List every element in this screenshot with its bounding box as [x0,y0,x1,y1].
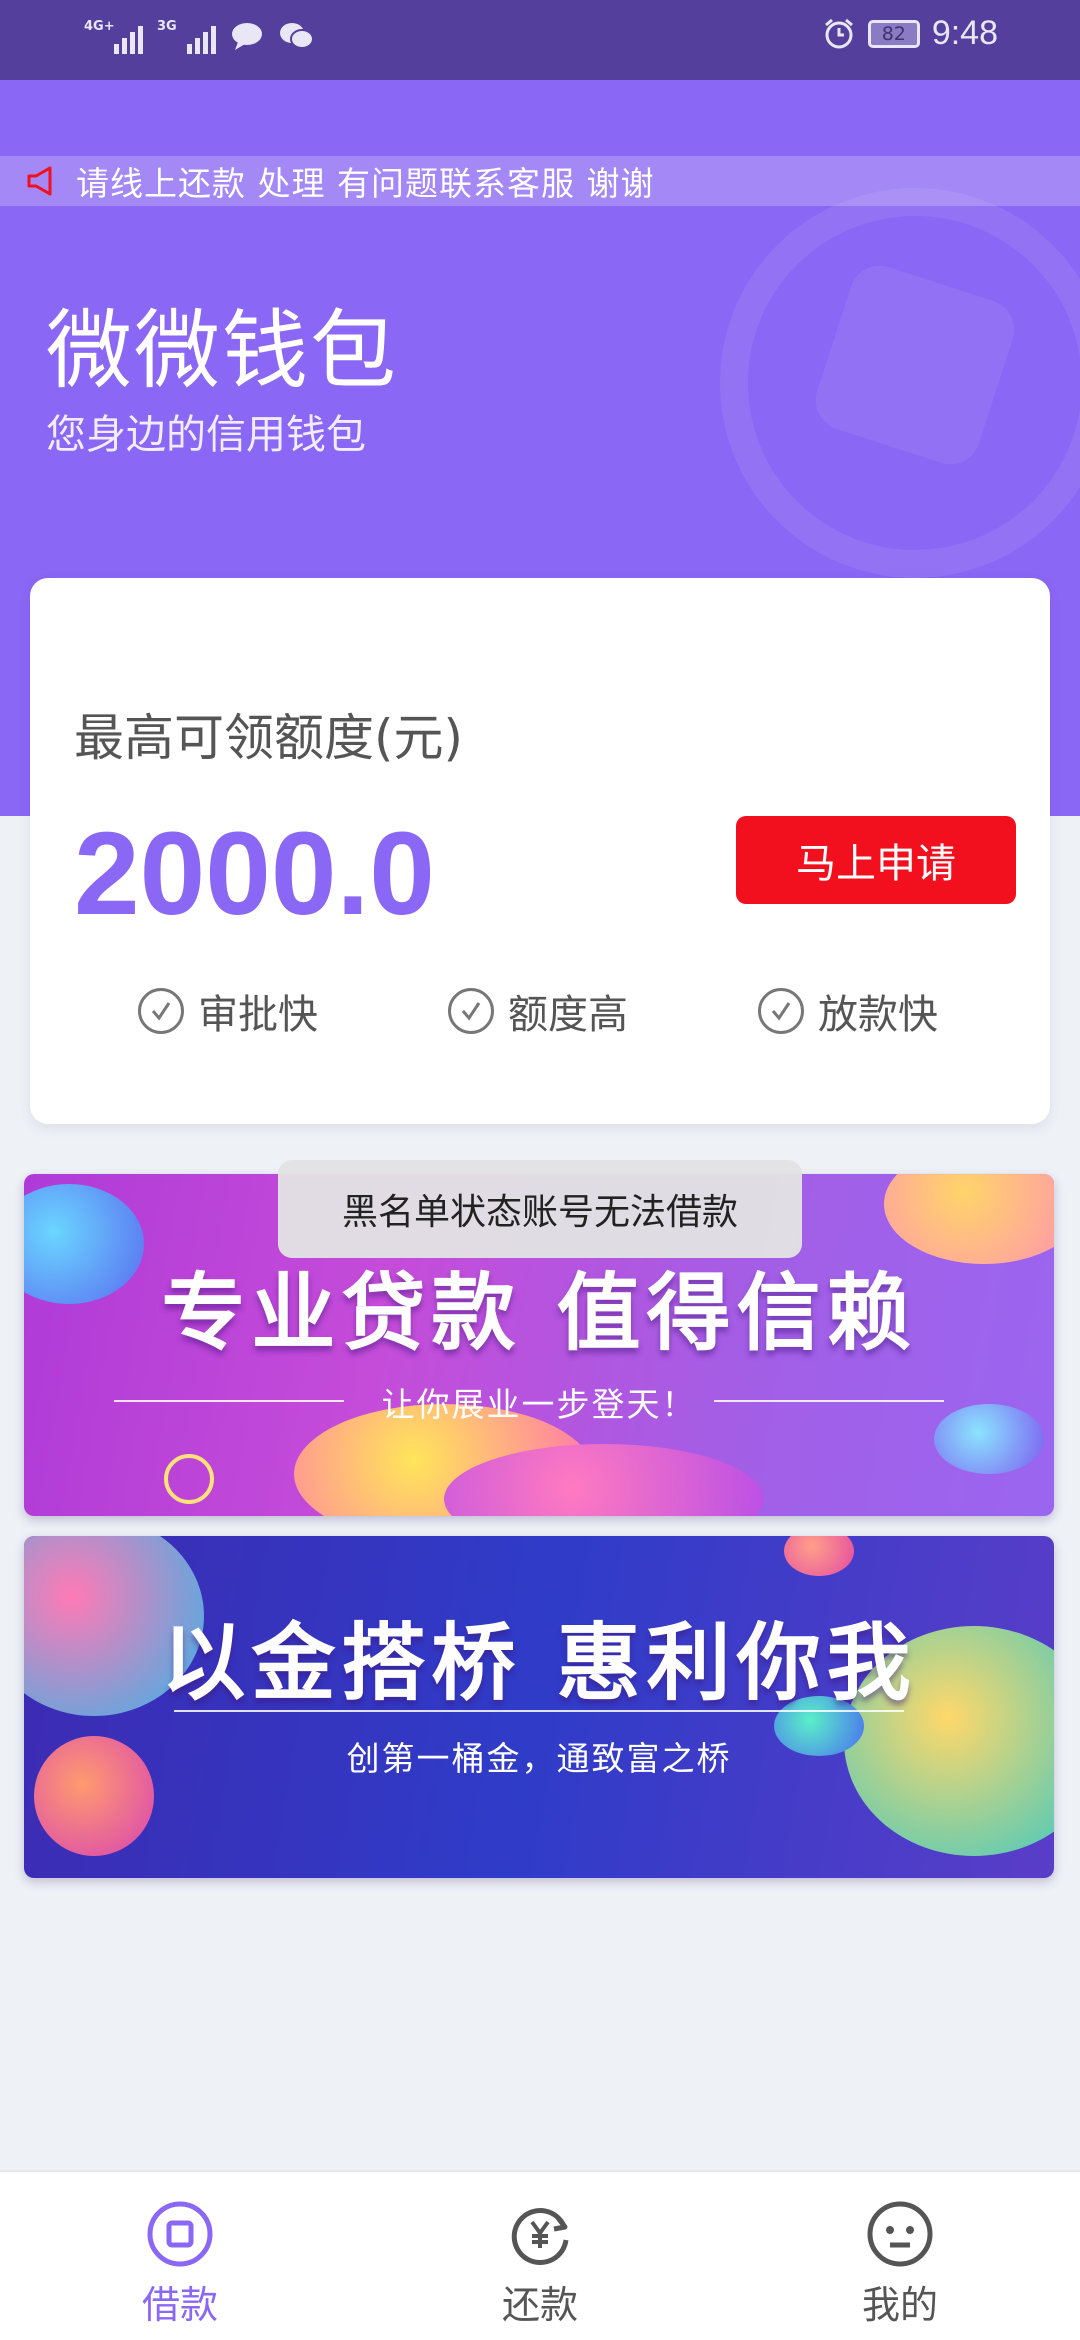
nav-item-repay[interactable]: 还款 [440,2200,640,2329]
signal-icon-2: 3G [157,18,216,54]
alarm-icon [824,18,853,48]
banner-subtitle: 让你展业一步登天！ [381,1385,697,1424]
app-title: 微微钱包 [46,301,398,401]
feature-fast-payout: 放款快 [758,982,938,1040]
quota-card: 最高可领额度(元) 2000.0 马上申请 审批快 额度高 放款快 [30,578,1050,1124]
chat-bubble-icon [232,23,262,50]
feature-label: 审批快 [198,992,318,1038]
check-circle-icon [138,988,184,1034]
nav-label: 还款 [501,2283,578,2327]
notice-text: 请线上还款 处理 有问题联系客服 谢谢 [76,164,655,203]
check-circle-icon [448,988,494,1034]
app-subtitle: 您身边的信用钱包 [46,412,366,458]
sim1-network-label: 4G+ [84,19,115,34]
battery-indicator: 82 [867,19,920,48]
nav-item-profile[interactable]: 我的 [800,2200,1000,2329]
nav-item-loan[interactable]: 借款 [80,2200,280,2329]
nav-label: 借款 [141,2283,218,2327]
banner-title: 专业贷款 值得信赖 [161,1264,917,1362]
status-bar: 4G+ 3G 82 9:48 [0,0,1080,80]
feature-fast-approval: 审批快 [138,982,318,1040]
clock: 9:48 [931,14,998,52]
notice-bar[interactable]: 请线上还款 处理 有问题联系客服 谢谢 [0,156,1080,206]
quota-label: 最高可领额度(元) [74,709,464,767]
feature-label: 额度高 [508,992,628,1038]
banner-title: 以金搭桥 惠利你我 [161,1614,917,1712]
toast-message: 黑名单状态账号无法借款 [278,1160,802,1258]
signal-icon: 4G+ [84,18,143,54]
quota-amount: 2000.0 [74,808,435,940]
banner-subtitle: 创第一桶金，通致富之桥 [346,1739,732,1778]
loan-icon [147,2201,213,2267]
apply-now-button[interactable]: 马上申请 [736,816,1016,904]
promo-banner-2[interactable]: 以金搭桥 惠利你我 创第一桶金，通致富之桥 [24,1536,1054,1878]
bottom-nav: 借款 还款 我的 [0,2170,1080,2340]
check-circle-icon [758,988,804,1034]
profile-icon [867,2201,933,2267]
wechat-icon [280,23,314,49]
feature-label: 放款快 [818,992,938,1038]
sim2-network-label: 3G [157,19,177,34]
nav-label: 我的 [861,2283,938,2327]
feature-high-quota: 额度高 [448,982,628,1040]
repay-icon [511,2208,569,2266]
megaphone-icon [14,156,70,206]
